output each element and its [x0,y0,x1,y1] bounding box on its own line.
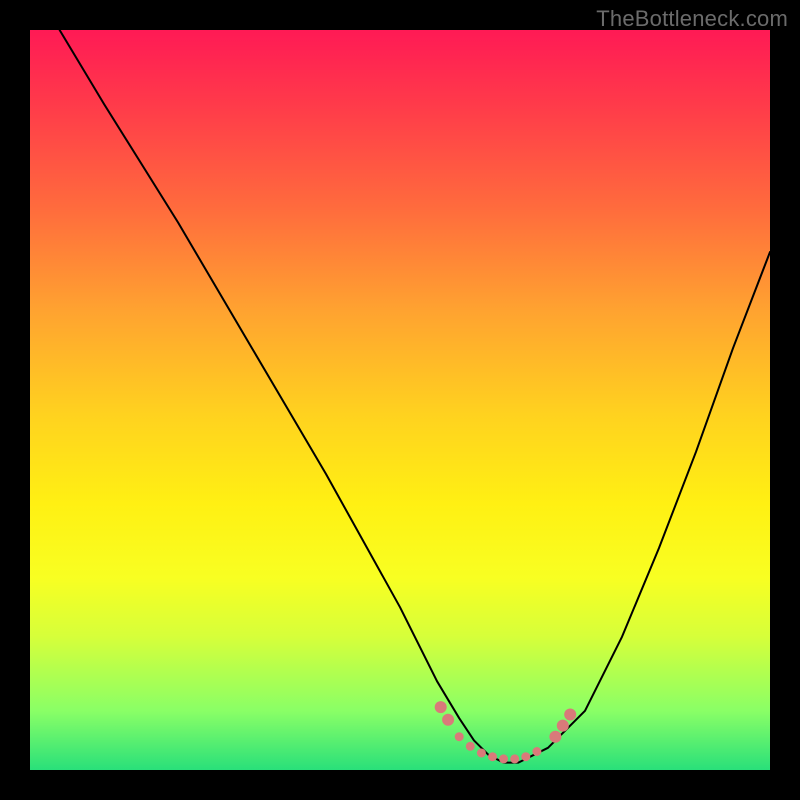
marker-dot [477,749,486,758]
marker-dot [466,742,475,751]
chart-frame: TheBottleneck.com [0,0,800,800]
marker-dot [564,709,576,721]
marker-dot [455,732,464,741]
marker-dot [557,720,569,732]
marker-dot [521,752,530,761]
bottleneck-curve [60,30,770,763]
marker-dot [510,754,519,763]
marker-dot [549,731,561,743]
marker-dot [532,747,541,756]
curve-markers [435,701,577,763]
marker-dot [488,752,497,761]
curve-layer [30,30,770,770]
plot-area [30,30,770,770]
marker-dot [499,754,508,763]
watermark-text: TheBottleneck.com [596,6,788,32]
marker-dot [442,714,454,726]
marker-dot [435,701,447,713]
